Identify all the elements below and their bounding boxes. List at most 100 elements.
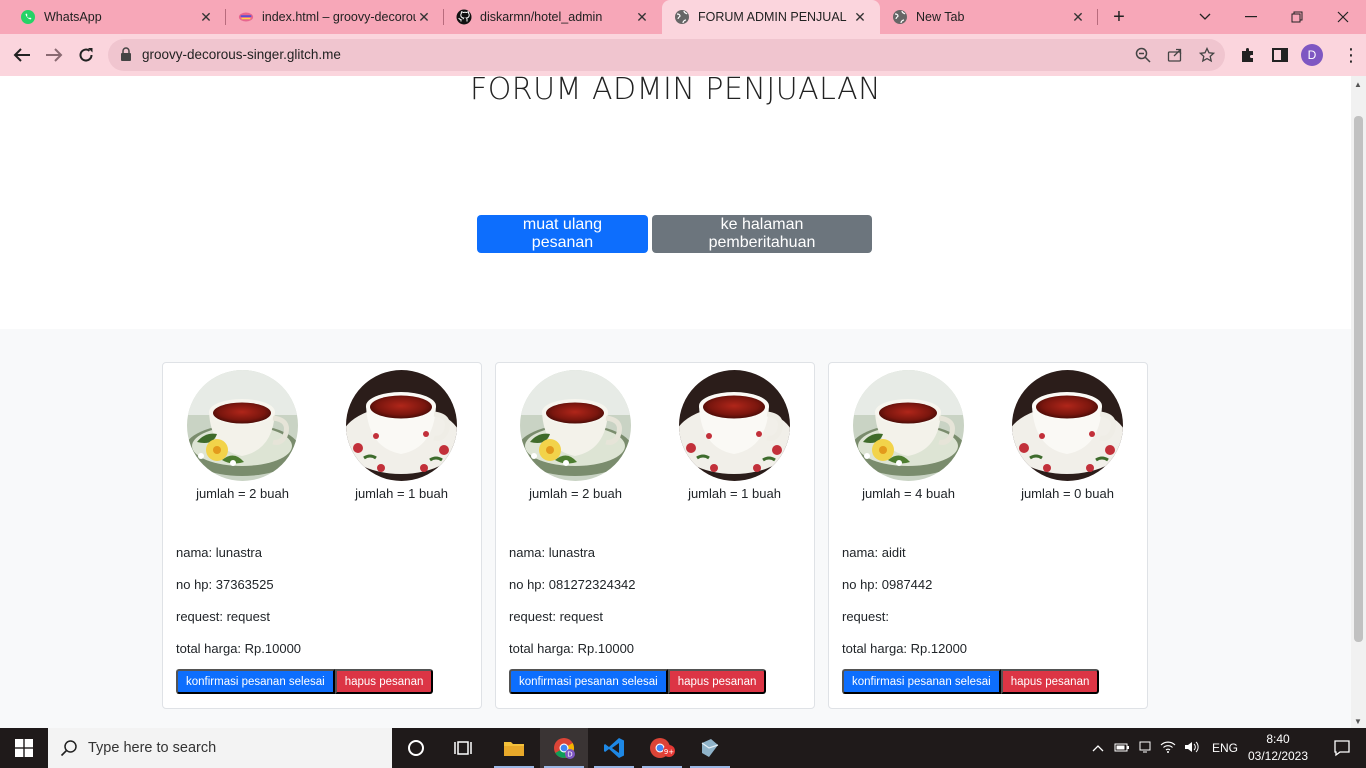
confirm-order-button[interactable]: konfirmasi pesanan selesai xyxy=(509,669,668,694)
app-book-icon[interactable] xyxy=(686,728,734,768)
back-arrow-icon[interactable] xyxy=(10,43,34,67)
item-quantity: jumlah = 1 buah xyxy=(355,486,448,501)
confirm-order-button[interactable]: konfirmasi pesanan selesai xyxy=(842,669,1001,694)
customer-name: nama: lunastra xyxy=(176,545,262,560)
vscode-icon[interactable] xyxy=(590,728,638,768)
page-title: FORUM ADMIN PENJUALAN xyxy=(469,76,882,107)
tea-cup-image xyxy=(520,370,631,481)
extensions-puzzle-icon[interactable] xyxy=(1239,46,1257,64)
tray-chevron-up-icon[interactable] xyxy=(1090,741,1106,755)
url-text: groovy-decorous-singer.glitch.me xyxy=(142,47,341,62)
confirm-order-button[interactable]: konfirmasi pesanan selesai xyxy=(176,669,335,694)
svg-text:D: D xyxy=(567,751,572,759)
item-quantity: jumlah = 2 buah xyxy=(196,486,289,501)
side-panel-icon[interactable] xyxy=(1271,46,1289,64)
reload-icon[interactable] xyxy=(74,43,98,67)
language-indicator[interactable]: ENG xyxy=(1212,741,1238,755)
tea-cup-image xyxy=(853,370,964,481)
browser-tab-strip: WhatsApp ✕ index.html – groovy-decorous … xyxy=(0,0,1366,34)
tab-title: New Tab xyxy=(916,10,965,24)
scroll-up-arrow-icon[interactable]: ▲ xyxy=(1354,80,1362,89)
whatsapp-icon xyxy=(20,9,36,25)
scrollbar-thumb[interactable] xyxy=(1354,116,1363,642)
tea-cup-image xyxy=(679,370,790,481)
total-price: total harga: Rp.12000 xyxy=(842,641,968,656)
windows-taskbar: Type here to search D 9+ ENG 8:40 03/12/… xyxy=(0,728,1366,768)
search-placeholder: Type here to search xyxy=(88,740,217,756)
order-item: jumlah = 2 buah xyxy=(520,370,631,501)
taskbar-search-box[interactable]: Type here to search xyxy=(48,728,392,768)
close-tab-icon[interactable]: ✕ xyxy=(416,9,432,26)
tab-title: FORUM ADMIN PENJUAL xyxy=(698,10,847,24)
new-tab-plus-icon[interactable]: + xyxy=(1108,6,1130,28)
tea-cup-image xyxy=(346,370,457,481)
task-view-icon[interactable] xyxy=(440,728,488,768)
tab-github[interactable]: diskarmn/hotel_admin ✕ xyxy=(444,0,662,34)
close-tab-icon[interactable]: ✕ xyxy=(852,9,868,26)
wifi-icon[interactable] xyxy=(1160,740,1176,757)
tab-glitch-editor[interactable]: index.html – groovy-decorous ✕ xyxy=(226,0,444,34)
minimize-icon[interactable] xyxy=(1228,0,1274,34)
globe-icon xyxy=(892,9,908,25)
order-item: jumlah = 0 buah xyxy=(1012,370,1123,501)
browser-toolbar: groovy-decorous-singer.glitch.me D ⋮ xyxy=(0,34,1366,76)
customer-phone: no hp: 081272324342 xyxy=(509,577,636,592)
tab-new-tab[interactable]: New Tab ✕ xyxy=(880,0,1098,34)
volume-icon[interactable] xyxy=(1184,740,1200,757)
close-tab-icon[interactable]: ✕ xyxy=(634,9,650,26)
lock-icon[interactable] xyxy=(120,47,132,66)
page-scrollbar[interactable]: ▲ ▼ xyxy=(1351,76,1366,728)
forward-arrow-icon[interactable] xyxy=(42,43,66,67)
share-icon[interactable] xyxy=(1167,47,1183,63)
clock-date: 03/12/2023 xyxy=(1247,749,1309,763)
zoom-icon[interactable] xyxy=(1135,47,1151,63)
order-item: jumlah = 4 buah xyxy=(853,370,964,501)
customer-request: request: xyxy=(842,609,889,624)
order-item: jumlah = 1 buah xyxy=(346,370,457,501)
scroll-down-arrow-icon[interactable]: ▼ xyxy=(1354,717,1362,726)
bookmark-star-icon[interactable] xyxy=(1198,46,1216,63)
tab-forum-admin[interactable]: FORUM ADMIN PENJUAL ✕ xyxy=(662,0,880,34)
glitch-icon xyxy=(238,9,254,25)
order-card: jumlah = 2 buah jumlah = 1 buah nama: lu… xyxy=(162,362,482,709)
item-quantity: jumlah = 0 buah xyxy=(1021,486,1114,501)
clock-time: 8:40 xyxy=(1266,732,1290,746)
reload-orders-button[interactable]: muat ulang pesanan xyxy=(477,215,648,253)
order-card: jumlah = 2 buah jumlah = 1 buah nama: lu… xyxy=(495,362,815,709)
windows-start-icon[interactable] xyxy=(0,728,48,768)
cortana-circle-icon[interactable] xyxy=(392,728,440,768)
notification-page-button[interactable]: ke halaman pemberitahuan xyxy=(652,215,872,253)
chrome-icon[interactable]: D xyxy=(540,728,588,768)
delete-order-button[interactable]: hapus pesanan xyxy=(1000,669,1100,694)
file-explorer-icon[interactable] xyxy=(490,728,538,768)
close-tab-icon[interactable]: ✕ xyxy=(1070,9,1086,26)
device-icon[interactable] xyxy=(1138,740,1152,757)
order-actions: konfirmasi pesanan selesai hapus pesanan xyxy=(176,669,434,694)
item-quantity: jumlah = 2 buah xyxy=(529,486,622,501)
tab-title: index.html – groovy-decorous xyxy=(262,10,416,24)
battery-icon[interactable] xyxy=(1114,741,1130,756)
item-quantity: jumlah = 1 buah xyxy=(688,486,781,501)
address-bar[interactable]: groovy-decorous-singer.glitch.me xyxy=(108,39,1225,71)
customer-phone: no hp: 0987442 xyxy=(842,577,933,592)
tab-search-chevron-icon[interactable] xyxy=(1182,0,1228,34)
profile-avatar[interactable]: D xyxy=(1301,44,1323,66)
more-menu-icon[interactable]: ⋮ xyxy=(1342,44,1360,66)
restore-icon[interactable] xyxy=(1274,0,1320,34)
close-window-icon[interactable] xyxy=(1320,0,1366,34)
notification-center-icon[interactable] xyxy=(1318,728,1366,768)
tab-whatsapp[interactable]: WhatsApp ✕ xyxy=(0,0,226,34)
clock[interactable]: 8:40 03/12/2023 xyxy=(1240,731,1316,765)
tab-title: WhatsApp xyxy=(44,10,102,24)
delete-order-button[interactable]: hapus pesanan xyxy=(667,669,767,694)
svg-text:9+: 9+ xyxy=(664,748,674,756)
github-icon xyxy=(456,9,472,25)
tab-title: diskarmn/hotel_admin xyxy=(480,10,603,24)
delete-order-button[interactable]: hapus pesanan xyxy=(334,669,434,694)
customer-name: nama: aidit xyxy=(842,545,906,560)
total-price: total harga: Rp.10000 xyxy=(176,641,302,656)
close-tab-icon[interactable]: ✕ xyxy=(198,9,214,26)
order-card: jumlah = 4 buah jumlah = 0 buah nama: ai… xyxy=(828,362,1148,709)
chrome-notification-icon[interactable]: 9+ xyxy=(638,728,686,768)
orders-section: jumlah = 2 buah jumlah = 1 buah nama: lu… xyxy=(0,329,1351,728)
